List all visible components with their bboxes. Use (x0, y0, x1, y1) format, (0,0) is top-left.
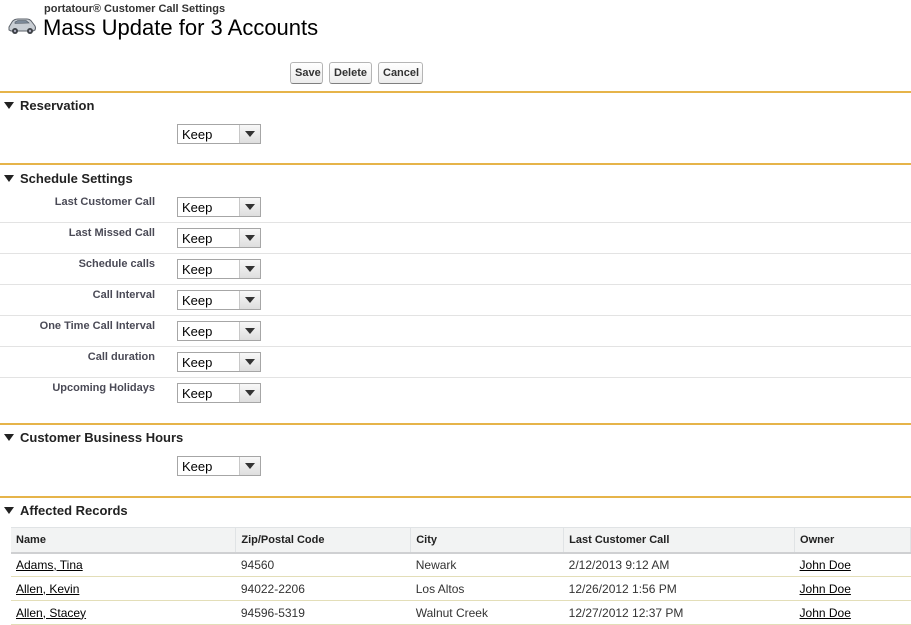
table-row: Allen, Kevin 94022-2206 Los Altos 12/26/… (11, 576, 911, 601)
field-label: Last Customer Call (54, 196, 155, 208)
field-label: Schedule calls (78, 258, 155, 270)
select-value: Keep (182, 200, 213, 215)
table-row: Adams, Tina 94560 Newark 2/12/2013 9:12 … (11, 552, 911, 577)
name-cell: Adams, Tina (11, 552, 236, 577)
section-title: Schedule Settings (20, 171, 133, 186)
collapse-triangle-icon (4, 434, 14, 441)
account-link[interactable]: Allen, Kevin (16, 582, 79, 596)
select-value: Keep (182, 231, 213, 246)
city-cell: Los Altos (410, 576, 564, 601)
affected-records-table: Name Zip/Postal Code City Last Customer … (11, 527, 911, 625)
select-value: Keep (182, 127, 213, 142)
schedule-calls-select[interactable]: Keep (177, 259, 261, 279)
chevron-down-icon (239, 198, 260, 216)
delete-button[interactable]: Delete (329, 62, 372, 84)
chevron-down-icon (239, 229, 260, 247)
select-value: Keep (182, 324, 213, 339)
city-cell: Newark (410, 552, 564, 577)
select-value: Keep (182, 262, 213, 277)
select-value: Keep (182, 459, 213, 474)
owner-cell: John Doe (794, 552, 911, 577)
section-divider (0, 91, 911, 93)
last-customer-call-select[interactable]: Keep (177, 197, 261, 217)
section-divider (0, 496, 911, 498)
collapse-triangle-icon (4, 175, 14, 182)
field-row-call-duration: Call duration Keep (0, 347, 911, 378)
column-header-city[interactable]: City (410, 527, 565, 554)
name-cell: Allen, Stacey (11, 600, 236, 625)
column-header-name[interactable]: Name (11, 527, 237, 554)
car-icon (8, 18, 36, 34)
page-title: Mass Update for 3 Accounts (43, 15, 319, 40)
table-header-row: Name Zip/Postal Code City Last Customer … (11, 527, 911, 554)
select-value: Keep (182, 355, 213, 370)
section-header-customer-business-hours[interactable]: Customer Business Hours (4, 430, 183, 446)
owner-link[interactable]: John Doe (800, 606, 851, 620)
owner-link[interactable]: John Doe (800, 558, 851, 572)
owner-cell: John Doe (794, 600, 911, 625)
section-header-reservation[interactable]: Reservation (4, 98, 94, 114)
last-missed-call-select[interactable]: Keep (177, 228, 261, 248)
account-link[interactable]: Allen, Stacey (16, 606, 86, 620)
field-row-reservation: Keep (0, 119, 911, 150)
field-label: Call duration (87, 351, 155, 363)
save-button[interactable]: Save (290, 62, 323, 84)
page-header: portatour® Customer Call Settings Mass U… (0, 0, 911, 48)
field-label: One Time Call Interval (39, 320, 155, 332)
chevron-down-icon (239, 322, 260, 340)
field-row-call-interval: Call Interval Keep (0, 285, 911, 316)
city-cell: Walnut Creek (410, 600, 564, 625)
zip-cell: 94560 (235, 552, 411, 577)
owner-link[interactable]: John Doe (800, 582, 851, 596)
last-call-cell: 2/12/2013 9:12 AM (563, 552, 795, 577)
business-hours-select[interactable]: Keep (177, 456, 261, 476)
column-header-last-customer-call[interactable]: Last Customer Call (563, 527, 796, 554)
field-row-last-missed-call: Last Missed Call Keep (0, 223, 911, 254)
cancel-button[interactable]: Cancel (378, 62, 423, 84)
column-header-zip[interactable]: Zip/Postal Code (235, 527, 412, 554)
zip-cell: 94596-5319 (235, 600, 411, 625)
section-title: Affected Records (20, 503, 128, 518)
chevron-down-icon (239, 384, 260, 402)
account-link[interactable]: Adams, Tina (16, 558, 83, 572)
app-title: portatour® Customer Call Settings (44, 3, 226, 15)
field-row-one-time-call-interval: One Time Call Interval Keep (0, 316, 911, 347)
one-time-call-interval-select[interactable]: Keep (177, 321, 261, 341)
chevron-down-icon (239, 457, 260, 475)
section-divider (0, 423, 911, 425)
chevron-down-icon (239, 291, 260, 309)
collapse-triangle-icon (4, 102, 14, 109)
field-row-schedule-calls: Schedule calls Keep (0, 254, 911, 285)
name-cell: Allen, Kevin (11, 576, 236, 601)
section-title: Customer Business Hours (20, 430, 184, 445)
field-label: Upcoming Holidays (52, 382, 155, 394)
section-divider (0, 163, 911, 165)
last-call-cell: 12/26/2012 1:56 PM (563, 576, 795, 601)
chevron-down-icon (239, 353, 260, 371)
upcoming-holidays-select[interactable]: Keep (177, 383, 261, 403)
field-row-business-hours: Keep (0, 451, 911, 482)
call-interval-select[interactable]: Keep (177, 290, 261, 310)
field-label: Last Missed Call (68, 227, 155, 239)
last-call-cell: 12/27/2012 12:37 PM (563, 600, 795, 625)
call-duration-select[interactable]: Keep (177, 352, 261, 372)
section-header-schedule-settings[interactable]: Schedule Settings (4, 171, 133, 187)
field-row-last-customer-call: Last Customer Call Keep (0, 192, 911, 223)
chevron-down-icon (239, 260, 260, 278)
select-value: Keep (182, 293, 213, 308)
chevron-down-icon (239, 125, 260, 143)
zip-cell: 94022-2206 (235, 576, 411, 601)
field-label: Call Interval (92, 289, 155, 301)
field-row-upcoming-holidays: Upcoming Holidays Keep (0, 378, 911, 409)
select-value: Keep (182, 386, 213, 401)
collapse-triangle-icon (4, 507, 14, 514)
table-row: Allen, Stacey 94596-5319 Walnut Creek 12… (11, 600, 911, 625)
section-header-affected-records[interactable]: Affected Records (4, 503, 128, 519)
owner-cell: John Doe (794, 576, 911, 601)
section-title: Reservation (20, 98, 95, 113)
reservation-select[interactable]: Keep (177, 124, 261, 144)
column-header-owner[interactable]: Owner (794, 527, 911, 554)
